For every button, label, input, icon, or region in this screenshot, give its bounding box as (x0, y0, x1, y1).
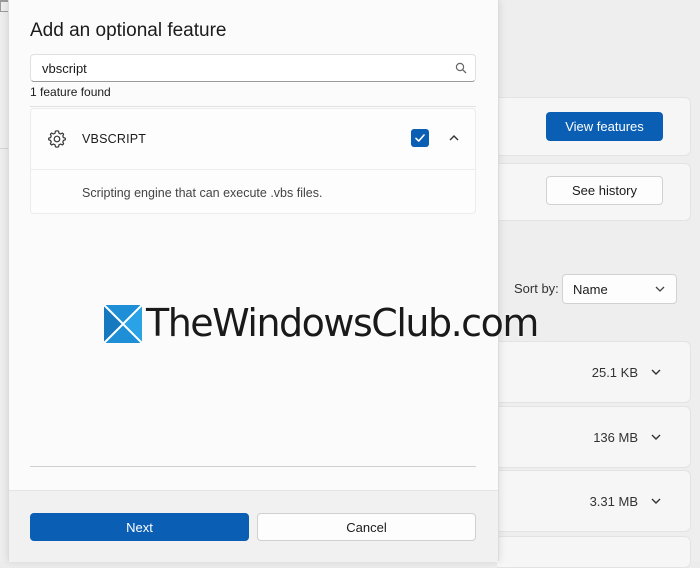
chevron-down-icon[interactable] (650, 494, 662, 508)
feature-name: VBSCRIPT (82, 132, 147, 146)
chevron-down-icon (655, 286, 665, 292)
feature-header[interactable]: VBSCRIPT (31, 109, 475, 169)
feature-size: 136 MB (593, 430, 638, 445)
dialog-title: Add an optional feature (30, 20, 227, 41)
sort-label: Sort by: (514, 281, 559, 296)
watermark-text: TheWindowsClub.com (146, 301, 540, 346)
feature-checkbox[interactable] (411, 129, 429, 147)
feature-description: Scripting engine that can execute .vbs f… (82, 186, 323, 200)
background-divider (0, 148, 8, 149)
result-count: 1 feature found (30, 85, 111, 99)
next-button[interactable]: Next (30, 513, 249, 541)
dialog-footer: Next Cancel (9, 490, 498, 562)
sort-select-value: Name (573, 281, 608, 297)
chevron-up-icon[interactable] (447, 131, 461, 145)
search-input[interactable] (40, 60, 444, 77)
view-features-button[interactable]: View features (546, 112, 663, 141)
gear-icon (48, 130, 66, 148)
see-history-button[interactable]: See history (546, 176, 663, 205)
installed-feature-row[interactable] (497, 536, 691, 568)
feature-separator (31, 169, 475, 170)
search-icon (455, 62, 467, 74)
feature-card: VBSCRIPT Scripting engine that can execu… (30, 108, 476, 214)
cancel-button[interactable]: Cancel (257, 513, 476, 541)
sort-select[interactable]: Name (562, 274, 677, 304)
search-box[interactable] (30, 54, 476, 82)
feature-size: 25.1 KB (591, 365, 638, 380)
feature-size: 3.31 MB (589, 494, 638, 509)
watermark: TheWindowsClub.com (104, 301, 549, 347)
checkmark-icon (415, 134, 425, 142)
chevron-down-icon[interactable] (650, 430, 662, 444)
add-optional-feature-dialog: Add an optional feature 1 feature found … (8, 0, 499, 562)
chevron-down-icon[interactable] (650, 365, 662, 379)
windows-club-logo-icon (104, 305, 142, 343)
divider (30, 466, 476, 467)
divider (30, 106, 476, 107)
